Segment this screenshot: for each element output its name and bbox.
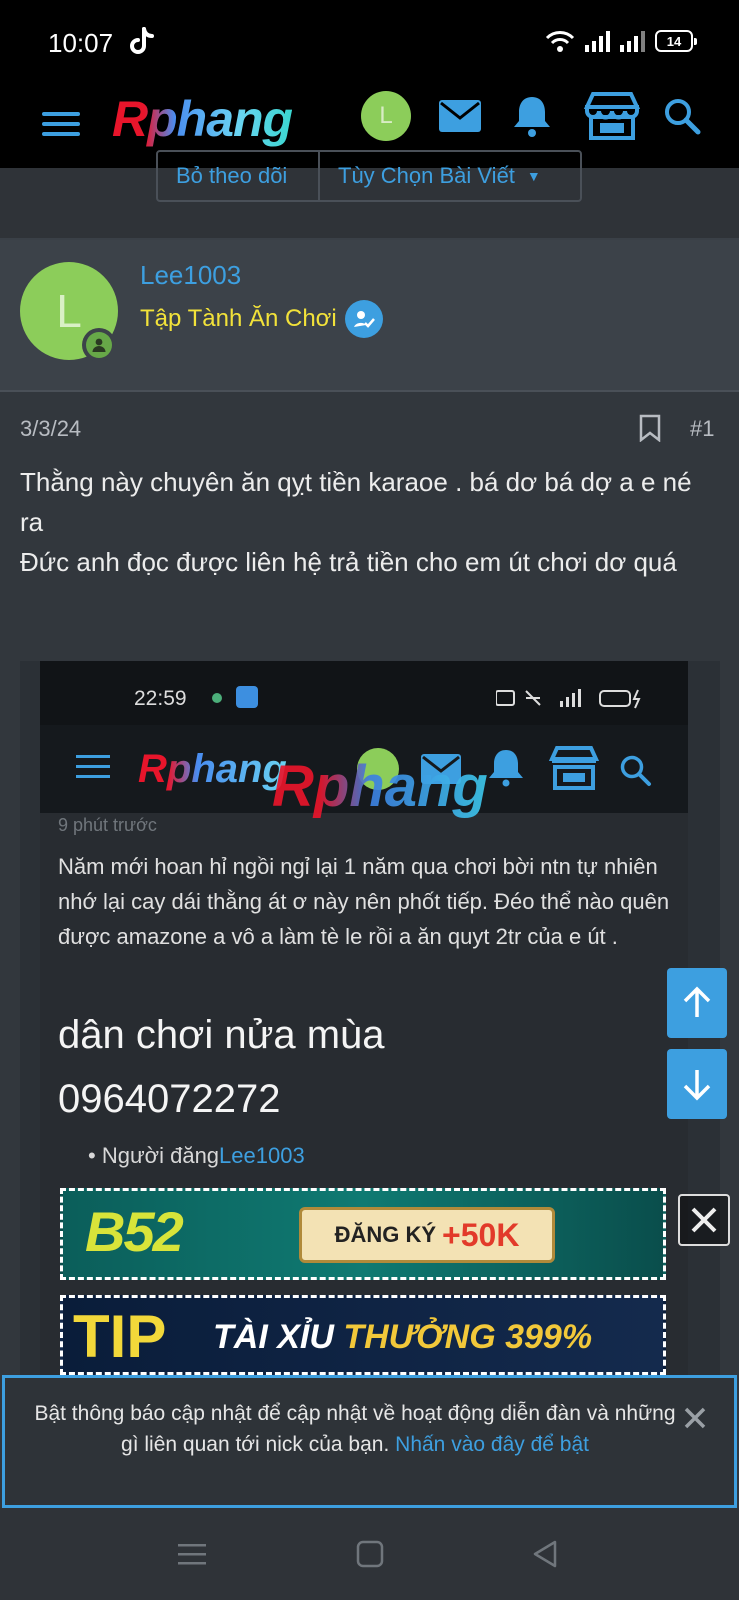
- close-ad-icon[interactable]: [678, 1194, 730, 1246]
- post-date[interactable]: 3/3/24: [20, 416, 81, 442]
- notification-text: Bật thông báo cập nhật để cập nhật về ho…: [34, 1402, 676, 1456]
- embedded-menu-icon: [76, 755, 110, 778]
- author-title-row: Tập Tành Ăn Chơi: [140, 300, 383, 338]
- ad-banner-b52[interactable]: B52 ĐĂNG KÝ +50K: [60, 1188, 666, 1280]
- mail-icon[interactable]: [430, 86, 490, 146]
- enable-notifications-link[interactable]: Nhấn vào đây để bật: [395, 1433, 589, 1456]
- embedded-status-bar: 22:59: [40, 661, 688, 725]
- embedded-time: 22:59: [134, 687, 187, 710]
- scroll-top-button[interactable]: [667, 968, 727, 1038]
- post-toolbar: Bỏ theo dõi Tùy Chọn Bài Viết ▼: [156, 150, 582, 202]
- site-logo[interactable]: Rphang: [112, 90, 293, 148]
- recents-icon[interactable]: [172, 1536, 212, 1572]
- embedded-store-icon: [548, 746, 600, 790]
- signal-icon: [585, 30, 610, 52]
- ad-tip-text: TÀI XỈU THƯỞNG 399%: [213, 1318, 593, 1356]
- ad-tip-logo: TIP: [73, 1303, 167, 1370]
- store-icon[interactable]: [582, 86, 642, 146]
- embedded-post-text: Năm mới hoan hỉ ngồi ngỉ lại 1 năm qua c…: [58, 854, 670, 949]
- embedded-logo: Rphang: [138, 747, 287, 791]
- embedded-status-icons: [496, 689, 641, 709]
- post-text-line-2: Đức anh đọc được liên hệ trả tiền cho em…: [20, 547, 677, 577]
- home-icon[interactable]: [350, 1536, 390, 1572]
- push-notification-prompt: Bật thông báo cập nhật để cập nhật về ho…: [2, 1375, 737, 1508]
- embedded-list-item: • Người đăngLee1003: [88, 1143, 305, 1168]
- post-body: Thằng này chuyên ăn qỵt tiền karaoe . bá…: [20, 462, 720, 582]
- watermark-logo: Rphang: [272, 754, 488, 819]
- system-nav-bar: [0, 1508, 739, 1600]
- back-icon[interactable]: [525, 1536, 565, 1572]
- menu-icon[interactable]: [40, 104, 82, 144]
- online-status-icon: [82, 328, 116, 362]
- signal-icon-2: [620, 30, 645, 52]
- embedded-time-ago: 9 phút trước: [58, 815, 157, 835]
- embedded-dot-icon: [212, 693, 222, 703]
- status-time: 10:07: [48, 28, 114, 58]
- ad-register-cta: ĐĂNG KÝ +50K: [299, 1207, 555, 1263]
- embedded-bell-icon: [489, 750, 523, 787]
- verified-user-icon: [344, 300, 383, 338]
- caret-down-icon: ▼: [526, 168, 541, 184]
- battery-level: 14: [666, 33, 682, 49]
- wifi-icon: [545, 31, 575, 52]
- status-icons: 14: [545, 30, 697, 52]
- embedded-big-line-1: dân chơi nửa mùa: [58, 1013, 385, 1057]
- unfollow-button[interactable]: Bỏ theo dõi: [158, 152, 320, 200]
- embedded-search-icon: [620, 755, 651, 786]
- screen: 10:07 14 Rphang L Bỏ theo dõi Tùy Chọn B…: [0, 0, 739, 1600]
- search-icon[interactable]: [652, 86, 712, 146]
- embedded-app-icon: [236, 686, 258, 708]
- ad-b52-logo: B52: [85, 1200, 184, 1263]
- ad-banner-tip[interactable]: TIP TÀI XỈU THƯỞNG 399%: [60, 1295, 666, 1375]
- header-avatar[interactable]: L: [361, 91, 411, 141]
- embedded-big-line-2: 0964072272: [58, 1077, 281, 1121]
- post-user-bar: L Lee1003 Tập Tành Ăn Chơi: [0, 240, 739, 392]
- author-title: Tập Tành Ăn Chơi: [140, 305, 337, 332]
- battery-icon: 14: [655, 30, 697, 52]
- embedded-big-text: dân chơi nửa mùa 0964072272: [58, 1003, 385, 1131]
- status-bar: 10:07 14: [0, 0, 739, 86]
- bookmark-icon[interactable]: [638, 414, 662, 442]
- close-notification-icon[interactable]: [677, 1400, 713, 1436]
- post-text-line-1: Thằng này chuyên ăn qỵt tiền karaoe . bá…: [20, 467, 692, 537]
- scroll-bottom-button[interactable]: [667, 1049, 727, 1119]
- author-name[interactable]: Lee1003: [140, 260, 241, 291]
- post-number[interactable]: #1: [690, 416, 714, 442]
- arrow-down-icon: [683, 1070, 711, 1101]
- arrow-up-icon: [683, 986, 711, 1017]
- bell-icon[interactable]: [502, 86, 562, 146]
- tiktok-icon: [130, 27, 154, 54]
- post-options-button[interactable]: Tùy Chọn Bài Viết ▼: [320, 152, 580, 200]
